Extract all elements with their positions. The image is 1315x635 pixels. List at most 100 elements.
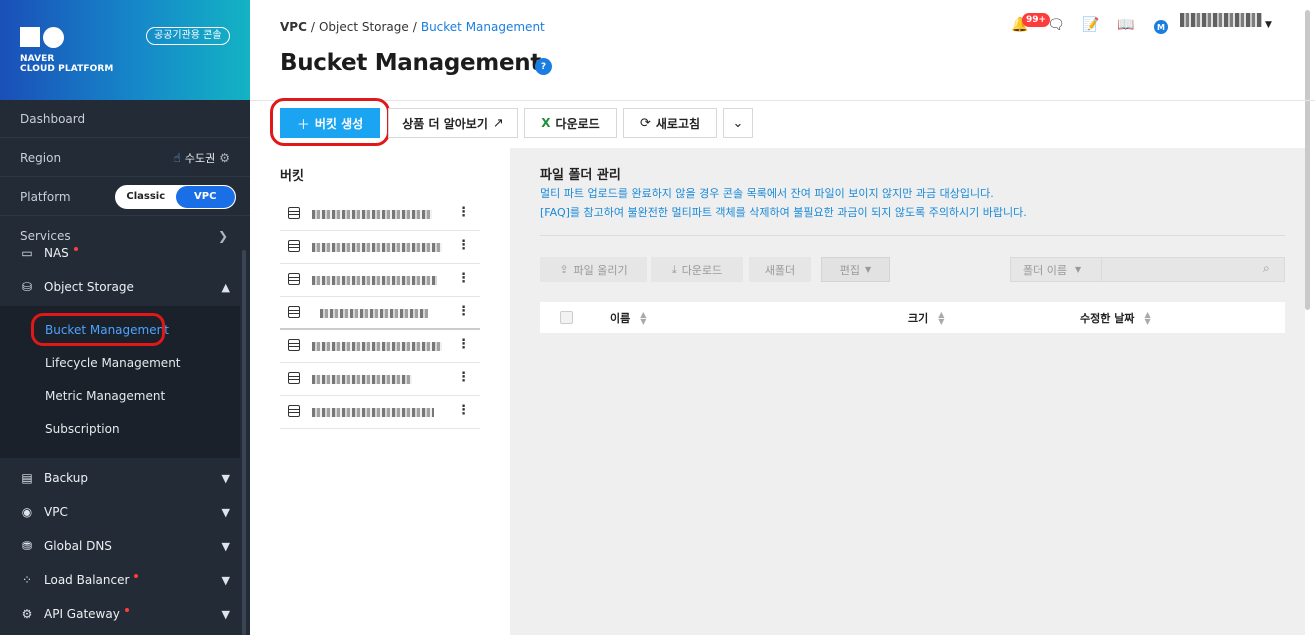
column-size-label: 크기 bbox=[908, 312, 929, 325]
new-folder-label: 새폴더 bbox=[764, 263, 796, 277]
bucket-name-redacted bbox=[312, 408, 434, 417]
list-item[interactable]: ⋮ bbox=[280, 198, 480, 231]
submenu-label: Subscription bbox=[45, 422, 120, 436]
edit-dropdown[interactable]: 편집 ▼ bbox=[821, 257, 890, 282]
list-item[interactable]: ⋮ bbox=[280, 396, 480, 429]
sidebar-item-label: NAS bbox=[44, 246, 69, 260]
location-pin-icon: ☝ bbox=[173, 150, 181, 165]
refresh-button[interactable]: ⟳ 새로고침 bbox=[623, 108, 717, 138]
download-icon: ⤓ bbox=[671, 262, 677, 276]
brand-line-2: CLOUD PLATFORM bbox=[20, 64, 114, 74]
platform-toggle[interactable]: Classic VPC bbox=[115, 184, 236, 209]
book-icon[interactable]: 📖 bbox=[1116, 15, 1136, 35]
list-item[interactable]: ⋮ bbox=[280, 363, 480, 396]
column-modified[interactable]: 수정한 날짜 ▲ ▼ bbox=[1080, 310, 1151, 326]
dashboard-label: Dashboard bbox=[20, 111, 86, 126]
sidebar-item-vpc[interactable]: ◉ VPC ▼ bbox=[0, 495, 240, 529]
file-download-button[interactable]: ⤓ 다운로드 bbox=[651, 257, 743, 282]
download-button[interactable]: X 다운로드 bbox=[524, 108, 617, 138]
brand-name: NAVER CLOUD PLATFORM bbox=[20, 54, 113, 74]
more-vertical-icon[interactable]: ⋮ bbox=[457, 370, 470, 385]
upload-icon: ⇪ bbox=[559, 263, 569, 276]
more-vertical-icon[interactable]: ⋮ bbox=[457, 205, 470, 220]
avatar[interactable]: M bbox=[1154, 20, 1168, 34]
main-scrollbar[interactable] bbox=[1305, 10, 1310, 310]
search-icon[interactable]: ⌕ bbox=[1263, 261, 1270, 276]
naver-cloud-logo-icon[interactable] bbox=[20, 27, 66, 48]
region-value: 수도권 bbox=[184, 151, 216, 165]
submenu-subscription[interactable]: Subscription bbox=[45, 418, 120, 440]
submenu-metric-management[interactable]: Metric Management bbox=[45, 385, 165, 407]
more-vertical-icon[interactable]: ⋮ bbox=[457, 304, 470, 319]
sidebar-item-backup[interactable]: ▤ Backup ▼ bbox=[0, 461, 240, 495]
more-vertical-icon[interactable]: ⋮ bbox=[457, 271, 470, 286]
sort-icon[interactable]: ▲ ▼ bbox=[1144, 311, 1150, 326]
chevron-down-icon: ⌄ bbox=[732, 115, 744, 131]
upload-file-button[interactable]: ⇪ 파일 올리기 bbox=[540, 257, 647, 282]
more-dropdown-button[interactable]: ⌄ bbox=[723, 108, 753, 138]
sidebar-region: Region ☝ 수도권 ⚙ bbox=[0, 139, 250, 177]
new-folder-button[interactable]: 새폴더 bbox=[749, 257, 811, 282]
storage-icon: ⛁ bbox=[21, 280, 33, 294]
memo-icon[interactable]: 📝 bbox=[1081, 15, 1101, 35]
column-size[interactable]: 크기 ▲ ▼ bbox=[908, 310, 944, 326]
bucket-name-redacted bbox=[312, 276, 437, 285]
refresh-icon: ⟳ bbox=[639, 115, 651, 131]
bucket-name-redacted bbox=[312, 342, 442, 351]
more-vertical-icon[interactable]: ⋮ bbox=[457, 403, 470, 418]
caret-down-icon: ▼ bbox=[865, 265, 872, 274]
gov-console-badge[interactable]: 공공기관용 콘솔 bbox=[146, 27, 230, 45]
new-dot-indicator bbox=[134, 574, 139, 578]
sidebar-item-nas[interactable]: ▭ NAS bbox=[0, 236, 240, 270]
sidebar-item-api-gateway[interactable]: ⚙ API Gateway ▼ bbox=[0, 597, 240, 631]
caret-down-icon: ▼ bbox=[1074, 265, 1082, 274]
sort-icon[interactable]: ▲ ▼ bbox=[938, 311, 944, 326]
bucket-icon bbox=[288, 372, 300, 384]
column-name[interactable]: 이름 ▲ ▼ bbox=[610, 310, 646, 326]
breadcrumb-object-storage[interactable]: Object Storage bbox=[319, 20, 409, 34]
breadcrumb-vpc[interactable]: VPC bbox=[280, 20, 307, 34]
more-vertical-icon[interactable]: ⋮ bbox=[457, 337, 470, 352]
dns-icon: ⛃ bbox=[21, 539, 33, 553]
breadcrumb-separator: / bbox=[310, 20, 315, 34]
breadcrumb-separator: / bbox=[412, 20, 417, 34]
sidebar-scrollbar[interactable] bbox=[242, 250, 246, 635]
select-all-checkbox[interactable] bbox=[560, 311, 573, 324]
learn-more-button[interactable]: 상품 더 알아보기 ↗ bbox=[388, 108, 518, 138]
help-icon[interactable]: ? bbox=[535, 58, 552, 75]
new-dot-indicator bbox=[73, 247, 78, 251]
bucket-panel-title: 버킷 bbox=[280, 169, 304, 184]
platform-vpc-option[interactable]: VPC bbox=[175, 185, 235, 208]
sidebar-item-object-storage[interactable]: ⛁ Object Storage ▲ bbox=[0, 270, 240, 304]
sidebar-item-label: Backup bbox=[44, 471, 88, 485]
gear-icon[interactable]: ⚙ bbox=[219, 151, 230, 165]
faq-notice[interactable]: [FAQ]를 참고하여 불완전한 멀티파트 객체를 삭제하여 불필요한 과금이 … bbox=[540, 204, 1027, 220]
sidebar: NAVER CLOUD PLATFORM 공공기관용 콘솔 Dashboard … bbox=[0, 0, 250, 635]
list-item[interactable]: ⋮ bbox=[280, 330, 480, 363]
sort-icon[interactable]: ▲ ▼ bbox=[640, 311, 646, 326]
bucket-name-redacted bbox=[312, 375, 412, 384]
chat-icon[interactable]: 🗨 bbox=[1046, 15, 1066, 35]
sidebar-platform: Platform Classic VPC bbox=[0, 178, 250, 216]
sidebar-item-global-dns[interactable]: ⛃ Global DNS ▼ bbox=[0, 529, 240, 563]
more-vertical-icon[interactable]: ⋮ bbox=[457, 238, 470, 253]
folder-name-select[interactable]: 폴더 이름 ▼ bbox=[1010, 257, 1102, 282]
platform-classic-option[interactable]: Classic bbox=[116, 186, 176, 208]
bucket-icon bbox=[288, 405, 300, 417]
region-selector[interactable]: ☝ 수도권 ⚙ bbox=[174, 150, 230, 166]
sidebar-item-label: Load Balancer bbox=[44, 573, 130, 587]
sidebar-item-label: VPC bbox=[44, 505, 68, 519]
sidebar-dashboard[interactable]: Dashboard bbox=[0, 100, 250, 138]
create-bucket-highlight bbox=[270, 98, 390, 146]
list-item[interactable]: ⋮ bbox=[280, 264, 480, 297]
bucket-name-redacted bbox=[320, 309, 428, 318]
submenu-lifecycle-management[interactable]: Lifecycle Management bbox=[45, 352, 181, 374]
header-divider bbox=[250, 100, 1315, 101]
list-item[interactable]: ⋮ bbox=[280, 231, 480, 264]
list-item[interactable]: ⋮ bbox=[280, 297, 480, 330]
search-input[interactable] bbox=[1101, 257, 1285, 282]
caret-down-icon[interactable]: ▼ bbox=[1265, 20, 1272, 30]
region-label: Region bbox=[20, 150, 62, 165]
sidebar-item-load-balancer[interactable]: ⁘ Load Balancer ▼ bbox=[0, 563, 240, 597]
user-name-redacted[interactable] bbox=[1180, 13, 1262, 27]
